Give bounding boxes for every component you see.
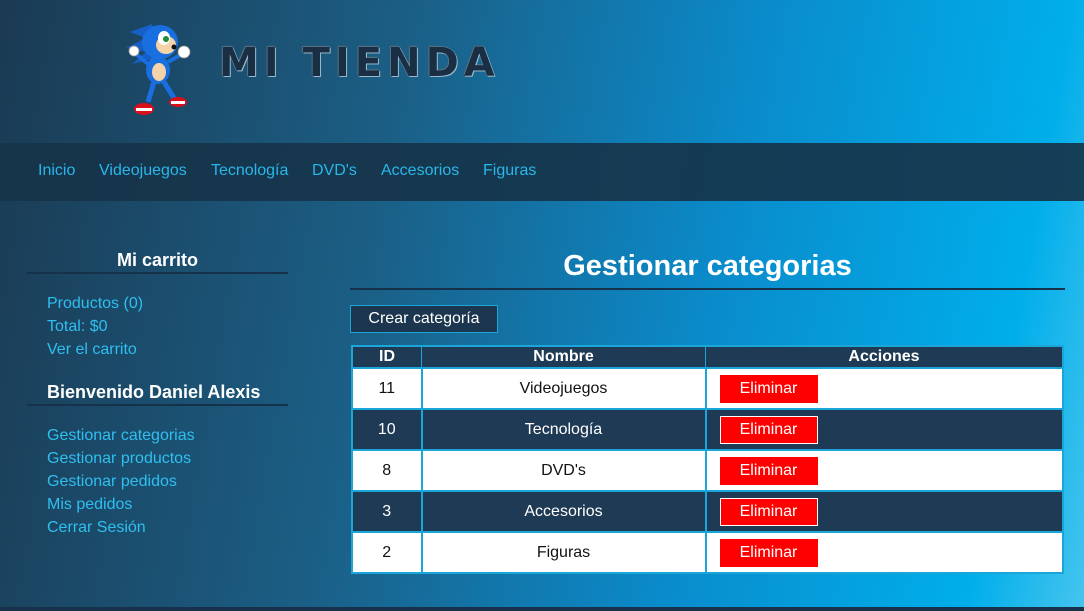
create-category-button[interactable]: Crear categoría — [350, 305, 498, 333]
category-name: Accesorios — [420, 490, 707, 533]
nav-item-figuras[interactable]: Figuras — [483, 162, 536, 180]
delete-button[interactable]: Eliminar — [719, 456, 818, 485]
footer-bar — [0, 607, 1084, 611]
category-id: 3 — [351, 490, 423, 533]
column-header-id: ID — [351, 345, 422, 369]
category-id: 11 — [351, 367, 423, 410]
manage-categories-link[interactable]: Gestionar categorias — [47, 427, 195, 445]
title-divider — [350, 288, 1065, 290]
category-name: Videojuegos — [420, 367, 707, 410]
column-header-actions: Acciones — [705, 345, 1064, 369]
manage-orders-link[interactable]: Gestionar pedidos — [47, 473, 177, 491]
my-orders-link[interactable]: Mis pedidos — [47, 496, 132, 514]
user-divider — [27, 404, 288, 406]
category-actions: Eliminar — [704, 449, 1064, 492]
category-actions: Eliminar — [704, 490, 1064, 533]
page-title: Gestionar categorias — [563, 250, 852, 282]
store-title: MI TIENDA — [219, 40, 500, 86]
category-id: 8 — [351, 449, 423, 492]
cart-products-link[interactable]: Productos (0) — [47, 295, 143, 313]
category-actions: Eliminar — [704, 531, 1064, 574]
sonic-mascot-icon — [126, 24, 191, 115]
manage-products-link[interactable]: Gestionar productos — [47, 450, 191, 468]
cart-title: Mi carrito — [116, 250, 199, 270]
category-name: DVD's — [420, 449, 707, 492]
delete-button[interactable]: Eliminar — [719, 538, 818, 567]
column-header-name: Nombre — [421, 345, 706, 369]
delete-button[interactable]: Eliminar — [719, 374, 818, 403]
delete-button[interactable]: Eliminar — [719, 415, 818, 444]
main-nav: Inicio Videojuegos Tecnología DVD's Acce… — [0, 143, 1084, 201]
view-cart-link[interactable]: Ver el carrito — [47, 341, 137, 359]
cart-divider — [27, 272, 288, 274]
table-row: 2 Figuras Eliminar — [351, 531, 1064, 574]
category-id: 10 — [351, 408, 423, 451]
page: MI TIENDA Inicio Videojuegos Tecnología … — [0, 0, 1084, 611]
nav-item-videojuegos[interactable]: Videojuegos — [99, 162, 187, 180]
delete-button[interactable]: Eliminar — [719, 497, 818, 526]
nav-item-accesorios[interactable]: Accesorios — [381, 162, 459, 180]
welcome-heading: Bienvenido Daniel Alexis — [47, 382, 261, 402]
table-header-row: ID Nombre Acciones — [351, 345, 1064, 369]
logout-link[interactable]: Cerrar Sesión — [47, 519, 146, 537]
cart-total-link[interactable]: Total: $0 — [47, 318, 107, 336]
category-actions: Eliminar — [704, 367, 1064, 410]
nav-item-tecnologia[interactable]: Tecnología — [211, 162, 288, 180]
table-row: 8 DVD's Eliminar — [351, 449, 1064, 492]
category-id: 2 — [351, 531, 423, 574]
category-actions: Eliminar — [704, 408, 1064, 451]
categories-table: ID Nombre Acciones 11 Videojuegos Elimin… — [351, 345, 1064, 574]
category-name: Tecnología — [420, 408, 707, 451]
table-row: 3 Accesorios Eliminar — [351, 490, 1064, 533]
nav-item-inicio[interactable]: Inicio — [38, 162, 75, 180]
table-row: 11 Videojuegos Eliminar — [351, 367, 1064, 410]
category-name: Figuras — [420, 531, 707, 574]
header: MI TIENDA — [0, 0, 1084, 143]
table-row: 10 Tecnología Eliminar — [351, 408, 1064, 451]
nav-item-dvds[interactable]: DVD's — [312, 162, 357, 180]
